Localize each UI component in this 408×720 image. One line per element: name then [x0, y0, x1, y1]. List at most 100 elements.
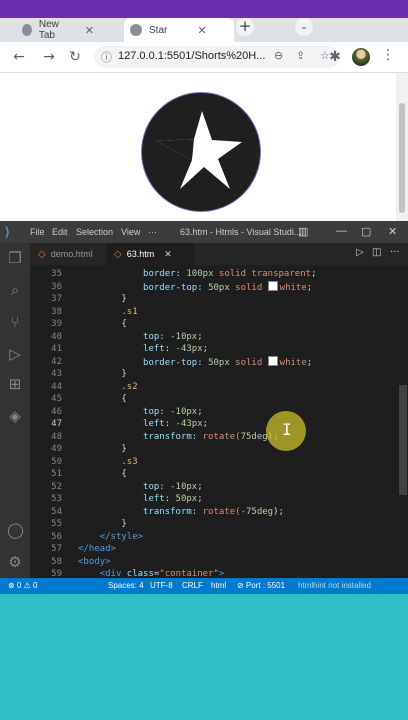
line-number: 38: [51, 306, 62, 317]
tab-search-dropdown-icon[interactable]: ⌄: [295, 18, 313, 36]
code-token: head: [88, 544, 111, 554]
code-line[interactable]: top: -10px;: [78, 406, 203, 419]
code-token: solid: [235, 357, 268, 368]
page-viewport: [0, 73, 396, 221]
editor-scrollbar[interactable]: [398, 265, 408, 577]
star-logo: [141, 92, 261, 212]
run-icon[interactable]: ▷: [356, 247, 364, 258]
extensions-icon[interactable]: ✱: [326, 48, 344, 66]
editor-tab-demo[interactable]: ◇ demo.html: [30, 243, 106, 265]
profile-avatar[interactable]: [352, 48, 370, 66]
code-token: ;: [306, 282, 313, 293]
python-icon[interactable]: ◈: [7, 407, 23, 425]
code-line[interactable]: }: [78, 518, 126, 531]
code-token: solid: [218, 269, 252, 279]
menu-edit[interactable]: Edit: [52, 227, 68, 237]
code-line[interactable]: border-top: 50px solid white;: [78, 280, 313, 295]
more-actions-icon[interactable]: ···: [390, 247, 400, 258]
code-line[interactable]: .s1: [78, 306, 137, 319]
code-line[interactable]: .s2: [78, 381, 138, 394]
code-line[interactable]: }: [78, 293, 126, 306]
settings-gear-icon[interactable]: ⚙: [7, 553, 23, 571]
menu-icon[interactable]: ⋮: [381, 47, 395, 63]
extensions-icon[interactable]: ⊞: [7, 375, 23, 393]
code-line[interactable]: <div class="container">: [78, 568, 225, 577]
share-icon[interactable]: ⇪: [296, 49, 305, 62]
code-token: style: [110, 531, 138, 542]
code-token: top:: [143, 331, 171, 342]
zoom-icon[interactable]: ⊖: [274, 49, 283, 62]
code-line[interactable]: .s3: [78, 456, 137, 469]
color-swatch[interactable]: [267, 355, 278, 366]
code-token: .s2: [121, 381, 138, 392]
browser-tab-new-tab[interactable]: New Tab ✕: [22, 18, 94, 42]
layout-icon[interactable]: ▥: [298, 225, 308, 238]
code-line[interactable]: {: [78, 318, 127, 331]
forward-icon[interactable]: →: [40, 48, 58, 66]
code-line[interactable]: left: 50px;: [78, 493, 203, 506]
code-line[interactable]: transform: rotate(-75deg);: [78, 506, 284, 519]
editor-scrollbar-thumb[interactable]: [399, 385, 407, 495]
code-line[interactable]: <body>: [78, 556, 111, 569]
code-token: </: [78, 544, 89, 554]
split-editor-icon[interactable]: ◫: [372, 247, 381, 258]
code-token: {: [121, 319, 127, 329]
code-line[interactable]: border: 100px solid transparent;: [78, 268, 316, 281]
tab-close-icon[interactable]: ✕: [85, 24, 94, 37]
indentation-status[interactable]: Spaces: 4: [108, 581, 144, 590]
live-server-port[interactable]: ⊘ Port : 5501: [237, 581, 285, 590]
reload-icon[interactable]: ↻: [66, 48, 84, 66]
info-icon[interactable]: ⓘ: [101, 49, 112, 65]
tab-close-icon[interactable]: ✕: [164, 249, 172, 260]
encoding-status[interactable]: UTF-8: [150, 581, 173, 590]
star-logo-icon: [156, 111, 242, 189]
code-line[interactable]: }: [78, 443, 126, 456]
problems-status[interactable]: ⊗ 0 ⚠ 0: [8, 581, 37, 590]
line-number: 50: [51, 456, 62, 467]
activity-bar: ❐ ⌕ ⑂ ▷ ⊞ ◈ ◯ ⚙: [0, 243, 30, 593]
eol-status[interactable]: CRLF: [182, 581, 203, 590]
code-line[interactable]: {: [78, 468, 126, 481]
code-line[interactable]: {: [78, 393, 126, 406]
code-line[interactable]: </style>: [78, 531, 143, 544]
html-file-icon: ◇: [38, 248, 46, 260]
code-line[interactable]: transform: rotate(75deg);: [78, 431, 278, 444]
linter-status[interactable]: htmlhint not installed: [298, 581, 371, 590]
menu-file[interactable]: File: [30, 227, 45, 237]
tab-close-icon[interactable]: ✕: [197, 24, 206, 37]
color-swatch[interactable]: [267, 280, 278, 291]
browser-tab-star[interactable]: Star ✕: [124, 18, 234, 42]
search-icon[interactable]: ⌕: [7, 281, 23, 299]
code-line[interactable]: }: [78, 368, 126, 381]
code-line[interactable]: left: -43px;: [78, 418, 208, 431]
vscode-logo-icon: ⟩: [5, 225, 10, 239]
page-scrollbar-thumb[interactable]: [399, 103, 405, 213]
code-line[interactable]: border-top: 50px solid white;: [78, 355, 312, 370]
maximize-icon[interactable]: ▢: [361, 225, 371, 238]
close-window-icon[interactable]: ✕: [388, 225, 397, 238]
code-line[interactable]: top: -10px;: [78, 331, 203, 344]
minimize-icon[interactable]: —: [336, 225, 347, 237]
language-status[interactable]: html: [211, 581, 226, 590]
editor-tabs: ◇ demo.html ◇ 63.htm ✕ ▷ ◫ ···: [30, 243, 408, 265]
menu-view[interactable]: View: [121, 227, 140, 237]
editor-tab-label: demo.html: [50, 249, 93, 259]
new-tab-button[interactable]: +: [236, 18, 254, 36]
code-token: top:: [143, 481, 171, 492]
code-editor[interactable]: border: 100px solid transparent; border-…: [78, 265, 398, 577]
explorer-icon[interactable]: ❐: [7, 249, 23, 267]
code-line[interactable]: </head>: [78, 543, 116, 556]
run-debug-icon[interactable]: ▷: [7, 345, 23, 363]
address-bar[interactable]: ⓘ 127.0.0.1:5501/Shorts%20H... ⊖ ⇪ ☆: [94, 46, 340, 68]
editor-tab-63[interactable]: ◇ 63.htm ✕: [106, 243, 194, 265]
source-control-icon[interactable]: ⑂: [7, 313, 23, 331]
menu-selection[interactable]: Selection: [76, 227, 113, 237]
code-line[interactable]: left: -43px;: [78, 343, 208, 356]
url-text[interactable]: 127.0.0.1:5501/Shorts%20H...: [118, 50, 265, 62]
back-icon[interactable]: ←: [10, 48, 28, 66]
menu-more[interactable]: ···: [148, 227, 157, 237]
code-token: -10px: [170, 406, 198, 417]
page-scrollbar[interactable]: [396, 73, 408, 221]
code-line[interactable]: top: -10px;: [78, 481, 203, 494]
account-icon[interactable]: ◯: [7, 521, 24, 539]
